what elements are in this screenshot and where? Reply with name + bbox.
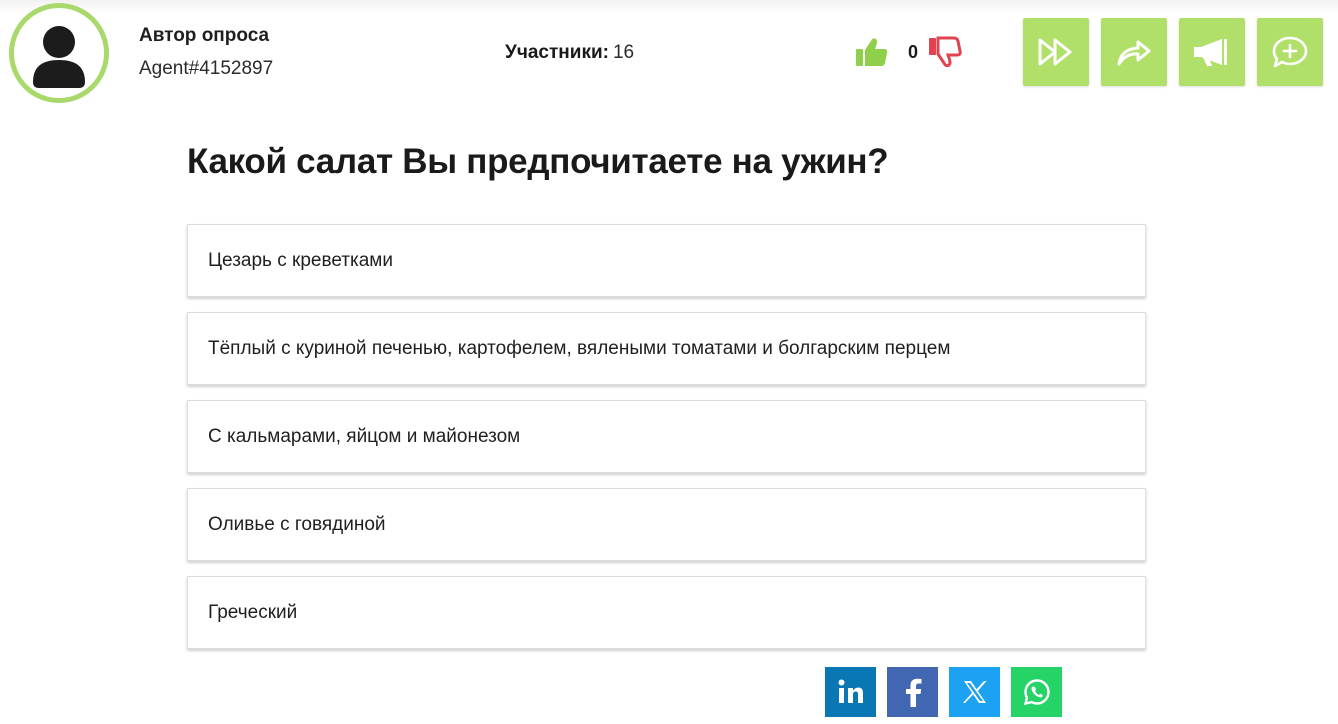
poll-actions (1023, 18, 1323, 86)
poll-question: Какой салат Вы предпочитаете на ужин? (187, 142, 889, 181)
poll-option-2[interactable]: Тёплый с куриной печенью, картофелем, вя… (187, 312, 1146, 385)
avatar[interactable] (9, 3, 109, 103)
skip-button[interactable] (1023, 18, 1089, 86)
poll-option-5[interactable]: Греческий (187, 576, 1146, 649)
facebook-share-button[interactable] (887, 667, 938, 717)
user-icon (33, 26, 85, 88)
poll-option-1[interactable]: Цезарь с креветками (187, 224, 1146, 297)
participants-label: Участники: (505, 42, 609, 63)
vote-score: 0 (908, 41, 919, 62)
poll-option-3[interactable]: С кальмарами, яйцом и майонезом (187, 400, 1146, 473)
fast-forward-icon (1038, 38, 1072, 66)
thumbs-up-icon[interactable] (855, 36, 889, 68)
promote-button[interactable] (1179, 18, 1245, 86)
share-button[interactable] (1101, 18, 1167, 86)
header-shade (0, 0, 1338, 14)
poll-options: Цезарь с креветками Тёплый с куриной печ… (187, 224, 1146, 664)
vote-widget: 0 (855, 36, 962, 68)
author-block: Автор опроса Agent#4152897 (139, 25, 273, 80)
share-arrow-icon (1117, 40, 1151, 66)
whatsapp-share-button[interactable] (1011, 667, 1062, 717)
social-share-bar (825, 667, 1062, 717)
participants-counter: Участники: 16 (505, 42, 634, 64)
poll-option-4[interactable]: Оливье с говядиной (187, 488, 1146, 561)
facebook-icon (905, 678, 921, 707)
add-comment-button[interactable] (1257, 18, 1323, 86)
linkedin-icon (838, 679, 863, 703)
author-name[interactable]: Agent#4152897 (139, 58, 273, 80)
whatsapp-icon (1023, 679, 1050, 706)
x-share-button[interactable] (949, 667, 1000, 717)
x-icon (962, 681, 986, 703)
linkedin-share-button[interactable] (825, 667, 876, 717)
participants-count: 16 (612, 42, 635, 63)
author-label: Автор опроса (139, 25, 270, 46)
megaphone-icon (1194, 39, 1227, 66)
comment-plus-icon (1272, 36, 1308, 68)
thumbs-down-icon[interactable] (928, 36, 962, 68)
